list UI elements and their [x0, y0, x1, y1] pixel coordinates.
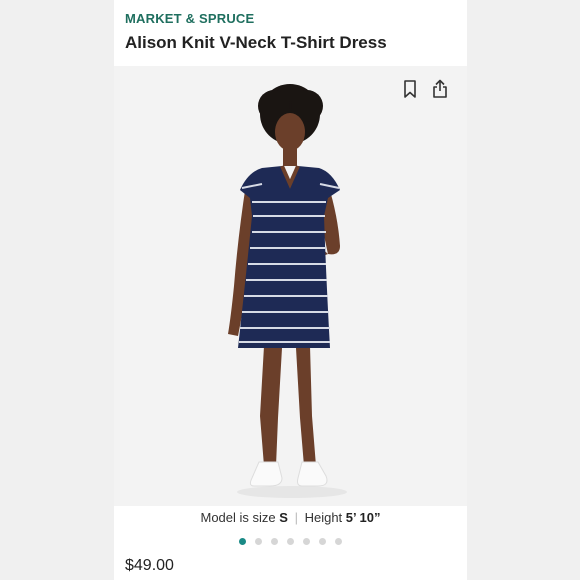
- carousel-dot[interactable]: [303, 538, 310, 545]
- product-photo[interactable]: [114, 66, 467, 506]
- listing-header: MARKET & SPRUCE Alison Knit V-Neck T-Shi…: [114, 0, 467, 66]
- listing-card: MARKET & SPRUCE Alison Knit V-Neck T-Shi…: [114, 0, 467, 580]
- bookmark-icon[interactable]: [400, 78, 420, 100]
- carousel-dot[interactable]: [239, 538, 246, 545]
- share-icon[interactable]: [430, 78, 450, 100]
- listing-price: $49.00: [125, 557, 174, 574]
- model-info-prefix: Model is size: [200, 510, 276, 525]
- model-size-info: Model is size S | Height 5’ 10”: [114, 510, 467, 525]
- carousel-dot[interactable]: [255, 538, 262, 545]
- model-height-label: Height: [304, 510, 343, 525]
- left-margin: [0, 0, 114, 580]
- carousel-dot[interactable]: [287, 538, 294, 545]
- model-size-value: S: [279, 510, 288, 525]
- carousel-dot[interactable]: [271, 538, 278, 545]
- model-height-value: 5’ 10”: [345, 510, 381, 525]
- carousel-dots: [114, 538, 467, 545]
- model-info-separator: |: [294, 510, 298, 525]
- right-margin: [467, 0, 580, 580]
- model-photo-image: [114, 66, 467, 506]
- brand-link[interactable]: MARKET & SPRUCE: [125, 11, 254, 26]
- listing-title: Alison Knit V-Neck T-Shirt Dress: [125, 33, 387, 52]
- carousel-dot[interactable]: [335, 538, 342, 545]
- carousel-dot[interactable]: [319, 538, 326, 545]
